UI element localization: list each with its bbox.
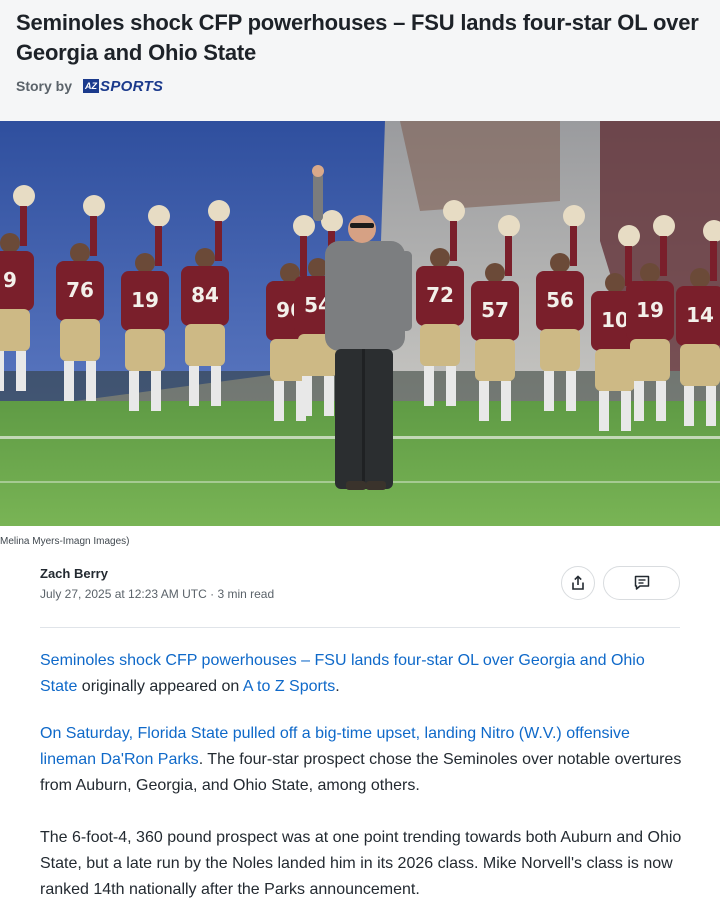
helmet-icon	[498, 215, 520, 237]
comment-icon	[634, 575, 649, 590]
helmet-icon	[293, 215, 315, 237]
helmet-icon	[13, 185, 35, 207]
story-by-label: Story by	[16, 78, 73, 94]
helmet-icon	[653, 215, 675, 237]
hero-photo: 9 76 19 84 96 54 72 57 56 10 19 14	[0, 121, 720, 526]
share-icon	[572, 575, 584, 590]
source-logo[interactable]: AZ SPORTS	[83, 78, 163, 95]
helmet-icon	[563, 205, 585, 227]
photo-caption: Melina Myers-Imagn Images)	[0, 536, 130, 547]
jersey-number: 57	[481, 298, 509, 322]
jersey-number: 10	[601, 308, 629, 332]
jersey-number: 19	[131, 288, 159, 312]
article-headline: Seminoles shock CFP powerhouses – FSU la…	[16, 10, 699, 65]
read-time: 3 min read	[217, 587, 275, 601]
author-name[interactable]: Zach Berry	[40, 566, 108, 581]
hero-photo-illustration: 9 76 19 8496 54 7257 5610 19 14	[0, 121, 720, 526]
publish-date: July 27, 2025 at 12:23 AM UTC	[40, 587, 207, 601]
source-logo-text: SPORTS	[100, 77, 164, 95]
body-text: originally appeared on	[77, 678, 243, 695]
body-paragraph-2: On Saturday, Florida State pulled off a …	[40, 721, 685, 799]
helmet-icon	[618, 225, 640, 247]
jersey-number: 19	[636, 298, 664, 322]
source-logo-mark: AZ	[83, 79, 100, 93]
byline-divider	[40, 627, 680, 628]
article-meta: July 27, 2025 at 12:23 AM UTC · 3 min re…	[40, 587, 274, 601]
article-header: Seminoles shock CFP powerhouses – FSU la…	[0, 0, 720, 121]
jersey-number: 84	[191, 283, 219, 307]
share-button[interactable]	[561, 566, 595, 600]
helmet-icon	[148, 205, 170, 227]
jersey-number: 56	[546, 288, 574, 312]
body-text: .	[335, 678, 340, 695]
body-paragraph-3: The 6-foot-4, 360 pound prospect was at …	[40, 829, 682, 898]
source-site-link[interactable]: A to Z Sports	[243, 678, 335, 695]
jersey-number: 72	[426, 283, 454, 307]
comment-button[interactable]	[603, 566, 680, 600]
meta-separator: ·	[210, 587, 215, 601]
helmet-icon	[83, 195, 105, 217]
helmet-icon	[443, 200, 465, 222]
jersey-number: 76	[66, 278, 94, 302]
jersey-number: 14	[686, 303, 714, 327]
story-by: Story by AZ SPORTS	[16, 76, 163, 96]
helmet-icon	[321, 210, 343, 232]
jersey-number: 9	[3, 268, 17, 292]
helmet-icon	[208, 200, 230, 222]
body-paragraph-1: Seminoles shock CFP powerhouses – FSU la…	[40, 648, 685, 700]
